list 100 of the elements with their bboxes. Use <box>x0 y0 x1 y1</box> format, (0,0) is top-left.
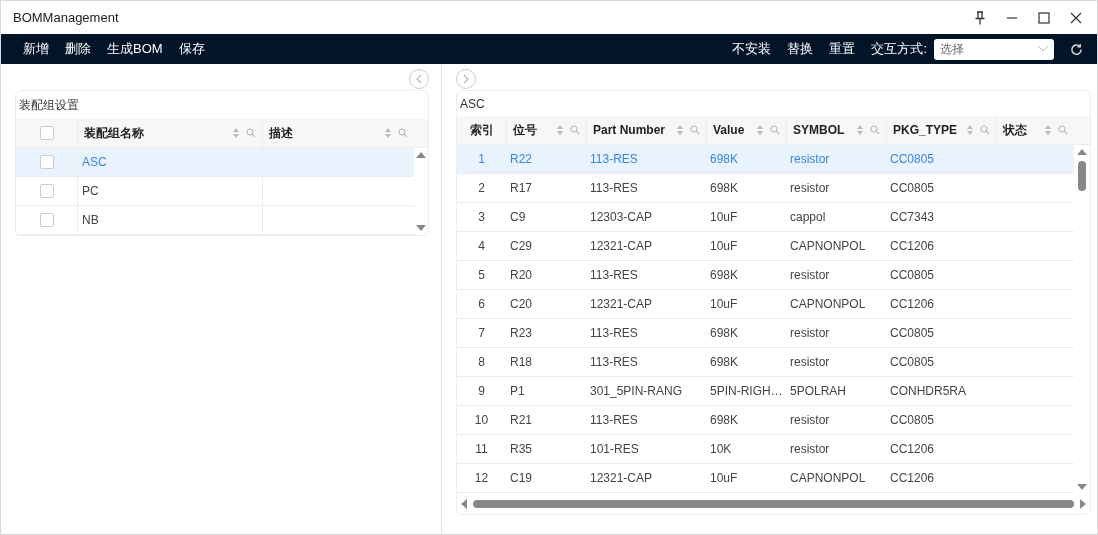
scrollbar-thumb[interactable] <box>1078 161 1086 191</box>
panel-title: ASC <box>459 96 486 113</box>
table-cell: resistor <box>790 268 830 282</box>
search-icon[interactable] <box>246 128 256 138</box>
column-header: Value <box>713 123 745 137</box>
table-cell: 698K <box>710 326 739 340</box>
table-cell: 5 <box>478 268 485 282</box>
sort-icon[interactable] <box>1044 124 1052 136</box>
table-cell: 10uF <box>710 471 738 485</box>
search-icon[interactable] <box>570 125 580 135</box>
table-cell[interactable]: NB <box>82 213 99 227</box>
column-header: 位号 <box>513 121 537 139</box>
toolbar-action[interactable]: 新增 <box>23 40 49 58</box>
table-cell: resistor <box>790 355 830 369</box>
mode-label: 交互方式: <box>871 40 927 58</box>
table-cell: 2 <box>478 181 485 195</box>
table-cell: resistor <box>790 442 830 456</box>
sort-icon[interactable] <box>556 124 564 136</box>
collapse-left-icon[interactable] <box>409 69 429 89</box>
expand-right-icon[interactable] <box>456 69 476 89</box>
table-cell: CAPNONPOL <box>790 239 866 253</box>
table-cell: 101-RES <box>590 442 639 456</box>
select-all-checkbox[interactable] <box>39 126 54 140</box>
table-cell: R23 <box>510 326 532 340</box>
table-cell: CC7343 <box>890 210 935 224</box>
table-cell: R20 <box>510 268 532 282</box>
table-cell: CAPNONPOL <box>790 297 866 311</box>
search-icon[interactable] <box>1058 125 1068 135</box>
row-checkbox[interactable] <box>39 155 54 169</box>
column-header: 描述 <box>269 124 293 142</box>
scroll-up-icon[interactable] <box>416 152 426 158</box>
table-cell: C29 <box>510 239 532 253</box>
sort-icon[interactable] <box>966 124 974 136</box>
search-icon[interactable] <box>770 125 780 135</box>
table-cell: 10uF <box>710 239 738 253</box>
table-cell: CC0805 <box>890 413 935 427</box>
row-checkbox[interactable] <box>39 213 54 227</box>
toolbar-action[interactable]: 保存 <box>178 40 205 58</box>
scroll-right-icon[interactable] <box>1080 499 1086 509</box>
search-icon[interactable] <box>980 125 990 135</box>
table-cell: 10uF <box>710 210 738 224</box>
window-title: BOMManagement <box>13 10 119 25</box>
table-cell: 12321-CAP <box>590 471 653 485</box>
table-cell: CC0805 <box>890 152 935 166</box>
scroll-down-icon[interactable] <box>1077 484 1087 490</box>
table-cell: 11 <box>475 442 488 456</box>
table-cell: 698K <box>710 355 739 369</box>
table-cell: CC0805 <box>890 268 935 282</box>
table-cell: 8 <box>478 355 485 369</box>
mode-select[interactable]: 选择 <box>934 38 1054 60</box>
table-cell: 10uF <box>710 297 738 311</box>
table-cell: 698K <box>710 181 739 195</box>
table-cell: 6 <box>478 297 485 311</box>
toolbar-action[interactable]: 生成BOM <box>107 40 163 58</box>
table-cell: resistor <box>790 152 830 166</box>
scroll-up-icon[interactable] <box>1077 149 1087 155</box>
toolbar-action[interactable]: 删除 <box>65 40 91 58</box>
scrollbar-thumb[interactable] <box>473 500 1074 508</box>
table-cell: R18 <box>510 355 532 369</box>
sort-icon[interactable] <box>856 124 864 136</box>
table-cell: 1 <box>478 152 485 166</box>
search-icon[interactable] <box>870 125 880 135</box>
row-checkbox[interactable] <box>39 184 54 198</box>
table-cell: 9 <box>478 384 485 398</box>
column-header: PKG_TYPE <box>893 123 958 137</box>
column-header: SYMBOL <box>793 123 845 137</box>
sort-icon[interactable] <box>676 124 684 136</box>
table-cell: CAPNONPOL <box>790 471 866 485</box>
scroll-down-icon[interactable] <box>416 225 426 231</box>
table-cell: R35 <box>510 442 532 456</box>
table-cell: CC1206 <box>890 239 935 253</box>
column-header: 装配组名称 <box>84 124 144 142</box>
table-cell: resistor <box>790 413 830 427</box>
search-icon[interactable] <box>398 128 408 138</box>
table-cell: resistor <box>790 181 830 195</box>
table-cell: 3 <box>478 210 485 224</box>
search-icon[interactable] <box>690 125 700 135</box>
table-cell: 698K <box>710 152 739 166</box>
scroll-left-icon[interactable] <box>461 499 467 509</box>
column-header: 状态 <box>1003 121 1027 139</box>
table-cell: P1 <box>510 384 525 398</box>
panel-title: 装配组设置 <box>18 97 80 114</box>
column-header: Part Number <box>593 123 666 137</box>
sort-icon[interactable] <box>232 127 240 139</box>
sort-icon[interactable] <box>756 124 764 136</box>
table-cell[interactable]: PC <box>82 184 99 198</box>
chevron-down-icon[interactable] <box>1038 46 1048 52</box>
table-cell: 113-RES <box>590 326 638 340</box>
table-cell: R22 <box>510 152 532 166</box>
table-cell: 113-RES <box>590 355 638 369</box>
toolbar-action[interactable]: 不安装 <box>732 40 772 58</box>
table-cell: 698K <box>710 268 739 282</box>
table-cell: 5PIN-RIGH… <box>710 384 783 398</box>
refresh-icon[interactable] <box>1070 42 1083 56</box>
table-cell: 10K <box>710 442 732 456</box>
toolbar-action[interactable]: 重置 <box>829 40 856 58</box>
table-cell: 4 <box>478 239 485 253</box>
table-cell: CC1206 <box>890 471 935 485</box>
toolbar-action[interactable]: 替换 <box>787 40 814 58</box>
sort-icon[interactable] <box>384 127 392 139</box>
